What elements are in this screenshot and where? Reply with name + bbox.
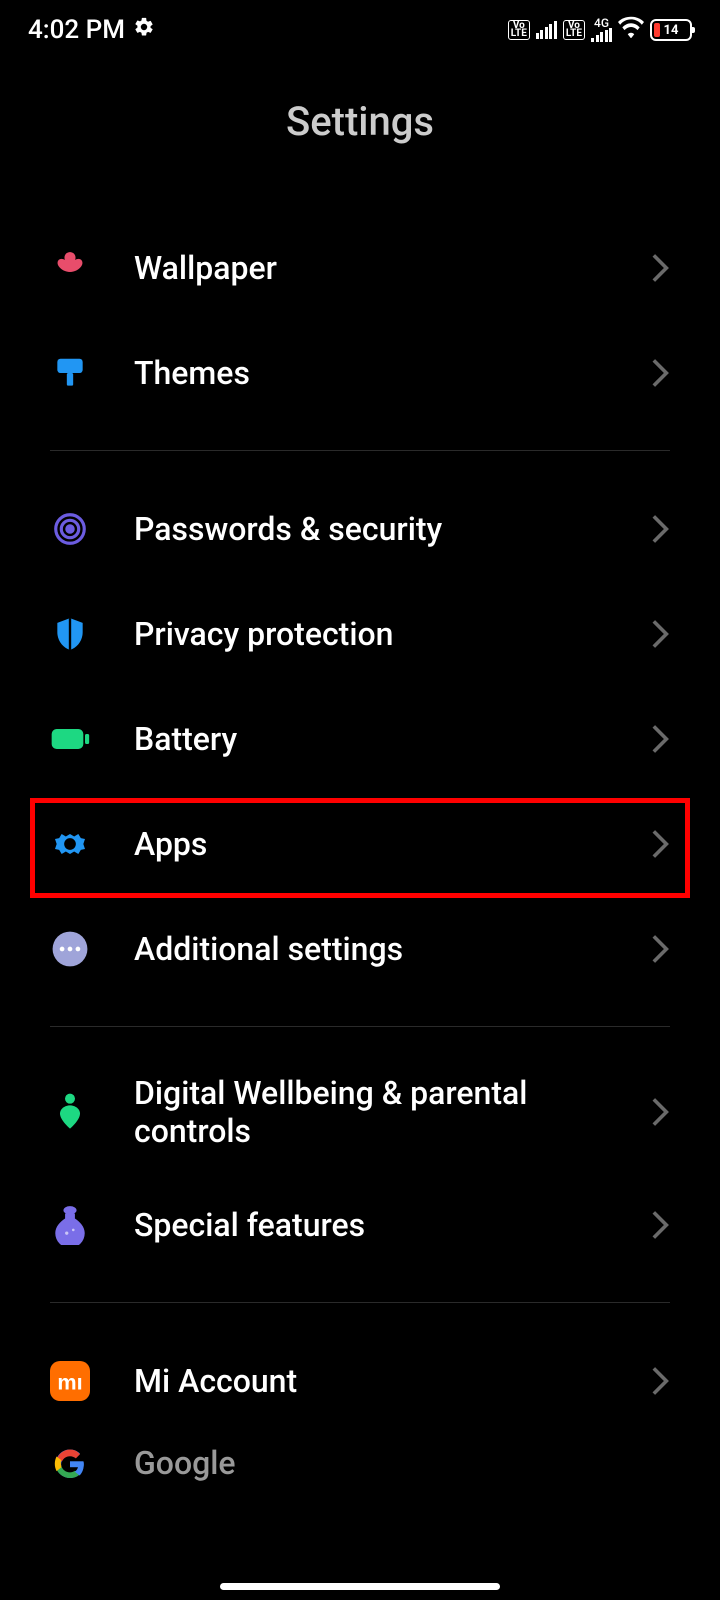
- network-label: 4G: [594, 18, 609, 28]
- row-label: Apps: [134, 825, 652, 863]
- person-heart-icon: [50, 1092, 90, 1132]
- row-label: Privacy protection: [134, 615, 652, 653]
- row-digital-wellbeing[interactable]: Digital Wellbeing & parental controls: [50, 1052, 670, 1172]
- row-label: Special features: [134, 1206, 652, 1244]
- chevron-right-icon: [652, 724, 670, 754]
- page-title: Settings: [0, 98, 720, 145]
- chevron-right-icon: [652, 253, 670, 283]
- row-label: Battery: [134, 720, 652, 758]
- shield-icon: [50, 614, 90, 654]
- row-label: Google: [134, 1444, 670, 1482]
- status-time: 4:02 PM: [28, 15, 125, 45]
- gear-icon: [133, 15, 155, 45]
- chevron-right-icon: [652, 514, 670, 544]
- volte-icon-2: VoLTE: [563, 20, 585, 40]
- gear-app-icon: [50, 824, 90, 864]
- row-label: Passwords & security: [134, 510, 652, 548]
- divider: [50, 1026, 670, 1027]
- status-left: 4:02 PM: [28, 15, 155, 45]
- row-passwords-security[interactable]: Passwords & security: [50, 476, 670, 581]
- home-indicator[interactable]: [220, 1583, 500, 1590]
- status-right: VoLTE VoLTE 4G 14: [508, 15, 692, 45]
- chevron-right-icon: [652, 1366, 670, 1396]
- battery-percent: 14: [664, 23, 679, 38]
- row-battery[interactable]: Battery: [50, 686, 670, 791]
- chevron-right-icon: [652, 934, 670, 964]
- row-label: Mi Account: [134, 1362, 652, 1400]
- divider: [50, 1302, 670, 1303]
- row-google[interactable]: Google: [50, 1433, 670, 1493]
- flask-icon: [50, 1205, 90, 1245]
- svg-text:mı: mı: [57, 1369, 82, 1394]
- mi-logo-icon: mı: [50, 1361, 90, 1401]
- chevron-right-icon: [652, 619, 670, 649]
- row-privacy-protection[interactable]: Privacy protection: [50, 581, 670, 686]
- battery-icon: 14: [650, 19, 692, 41]
- fingerprint-icon: [50, 509, 90, 549]
- signal-icon: [536, 21, 557, 39]
- wifi-icon: [618, 15, 644, 45]
- row-label: Additional settings: [134, 930, 652, 968]
- status-bar: 4:02 PM VoLTE VoLTE 4G 14: [0, 0, 720, 60]
- signal-icon-2: [591, 28, 612, 42]
- chevron-right-icon: [652, 1097, 670, 1127]
- row-label: Themes: [134, 354, 652, 392]
- row-mi-account[interactable]: mı Mi Account: [50, 1328, 670, 1433]
- more-icon: [50, 929, 90, 969]
- tulip-icon: [50, 248, 90, 288]
- divider: [50, 450, 670, 451]
- volte-icon: VoLTE: [508, 20, 530, 40]
- row-label: Digital Wellbeing & parental controls: [134, 1074, 652, 1150]
- chevron-right-icon: [652, 358, 670, 388]
- chevron-right-icon: [652, 829, 670, 859]
- chevron-right-icon: [652, 1210, 670, 1240]
- row-themes[interactable]: Themes: [50, 320, 670, 425]
- row-wallpaper[interactable]: Wallpaper: [50, 215, 670, 320]
- settings-list: Wallpaper Themes Passwords & security Pr…: [0, 215, 720, 1493]
- row-label: Wallpaper: [134, 249, 652, 287]
- battery-setting-icon: [50, 719, 90, 759]
- row-special-features[interactable]: Special features: [50, 1172, 670, 1277]
- row-additional-settings[interactable]: Additional settings: [50, 896, 670, 1001]
- brush-icon: [50, 353, 90, 393]
- row-apps[interactable]: Apps: [50, 791, 670, 896]
- google-icon: [50, 1443, 90, 1483]
